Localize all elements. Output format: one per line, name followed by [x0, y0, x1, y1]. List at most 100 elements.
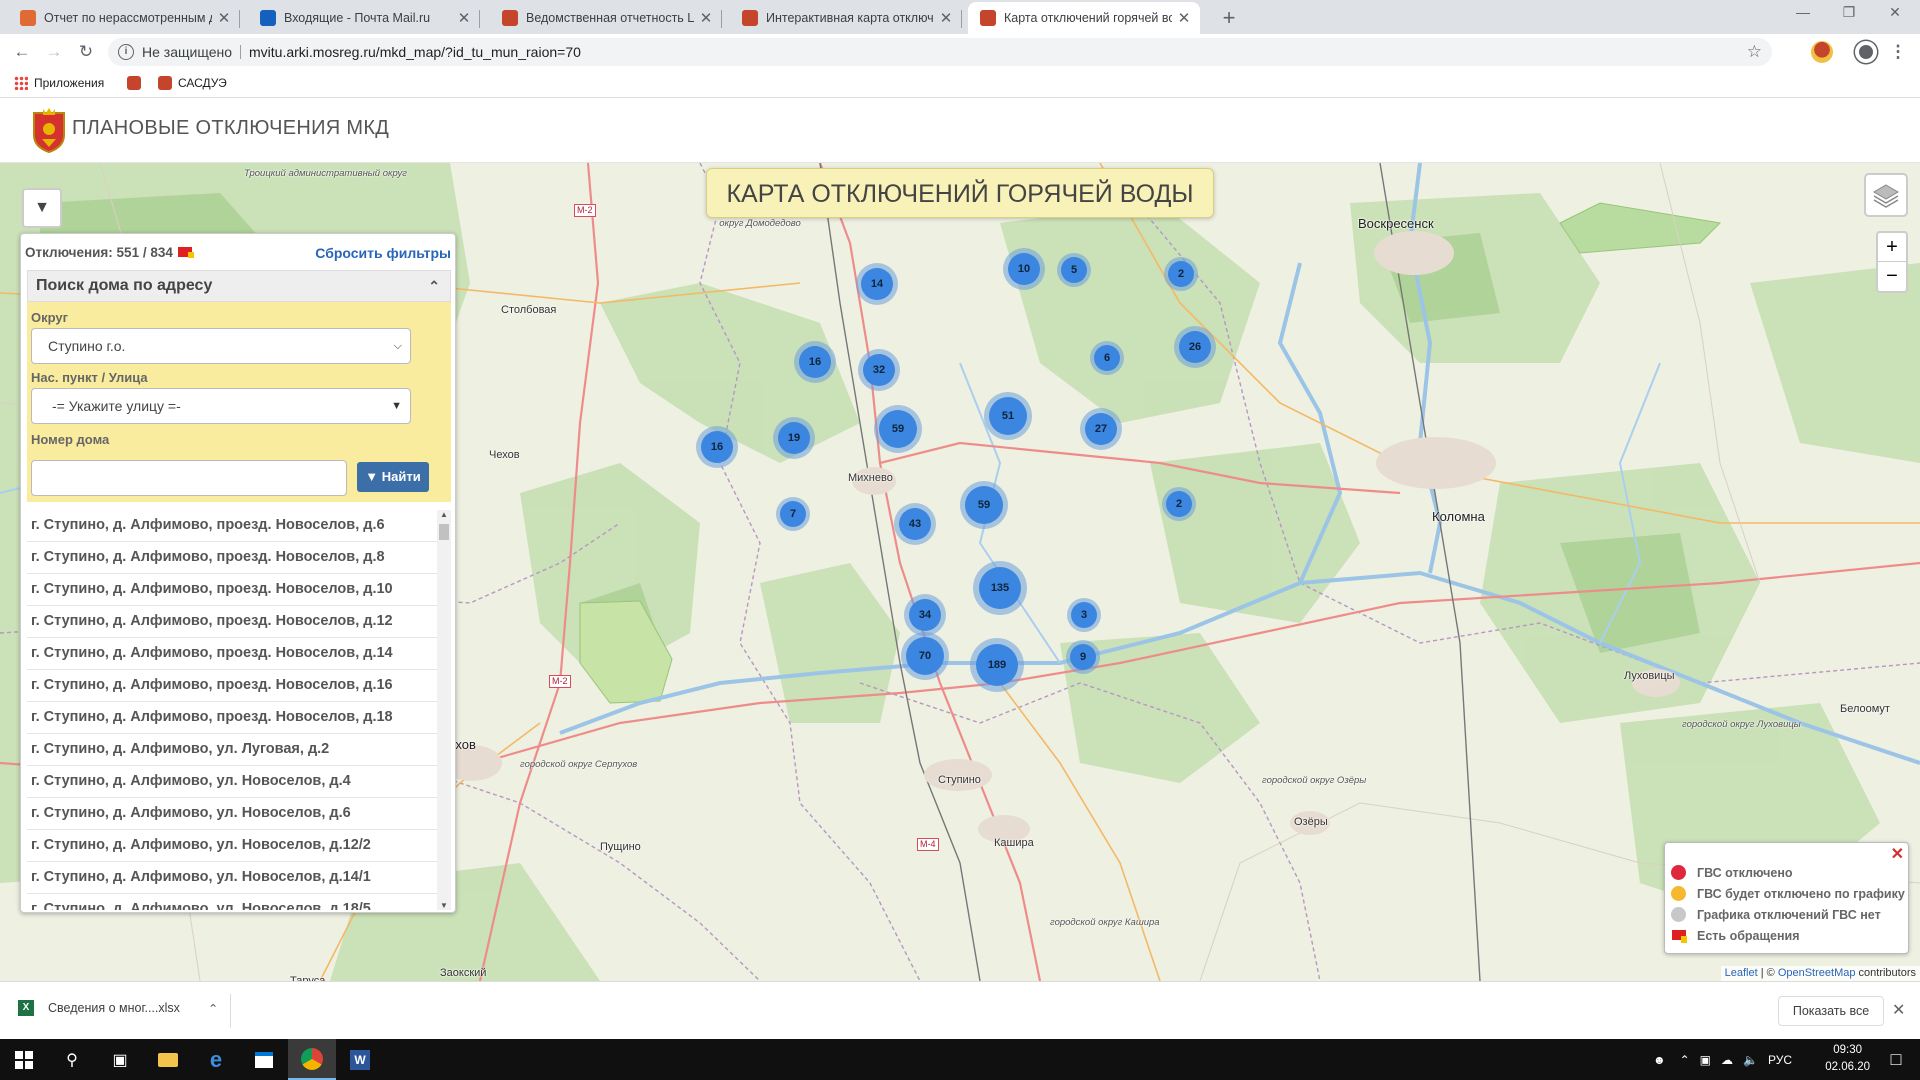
bookmark-sasdue[interactable]: САСДУЭ	[158, 76, 227, 90]
task-view-icon[interactable]: ▣	[96, 1039, 144, 1080]
legend-close-icon[interactable]: ✕	[1891, 844, 1904, 864]
close-tab-icon[interactable]: ✕	[216, 9, 232, 27]
back-icon[interactable]: ←	[10, 40, 34, 64]
info-icon[interactable]: i	[118, 44, 134, 60]
address-list-item[interactable]: г. Ступино, д. Алфимово, ул. Новоселов, …	[27, 830, 437, 862]
map-cluster-marker[interactable]: 5	[1057, 253, 1091, 287]
word-icon[interactable]: W	[336, 1039, 384, 1080]
map-view[interactable]: ВоскресенскКоломнаСерпуховСтупиноКашираМ…	[0, 163, 1920, 981]
address-list-item[interactable]: г. Ступино, д. Алфимово, ул. Новоселов, …	[27, 798, 437, 830]
tray-chevron-icon[interactable]: ⌃	[1680, 1053, 1690, 1067]
address-list-item[interactable]: г. Ступино, д. Алфимово, проезд. Новосел…	[27, 510, 437, 542]
filter-toggle-button[interactable]: ▼	[22, 188, 62, 228]
zoom-in-button[interactable]: +	[1878, 233, 1906, 262]
cloud-icon[interactable]: ☁	[1721, 1053, 1733, 1067]
browser-tab[interactable]: Входящие - Почта Mail.ru ✕	[248, 2, 480, 34]
profile-icon[interactable]	[1855, 41, 1877, 63]
map-cluster-marker[interactable]: 135	[973, 561, 1027, 615]
address-list-item[interactable]: г. Ступино, д. Алфимово, проезд. Новосел…	[27, 702, 437, 734]
language-indicator[interactable]: РУС	[1768, 1053, 1792, 1067]
moscow-oblast-emblem-icon[interactable]	[30, 107, 68, 153]
address-list-item[interactable]: г. Ступино, д. Алфимово, проезд. Новосел…	[27, 606, 437, 638]
url-text[interactable]: mvitu.arki.mosreg.ru/mkd_map/?id_tu_mun_…	[249, 38, 581, 66]
close-tab-icon[interactable]: ✕	[456, 9, 472, 27]
house-number-input[interactable]	[31, 460, 347, 496]
map-cluster-marker[interactable]: 2	[1164, 257, 1198, 291]
address-list-item[interactable]: г. Ступино, д. Алфимово, проезд. Новосел…	[27, 574, 437, 606]
file-explorer-icon[interactable]	[144, 1039, 192, 1080]
close-window-icon[interactable]: ✕	[1872, 4, 1918, 21]
map-cluster-marker[interactable]: 43	[894, 503, 936, 545]
browser-tab[interactable]: Карта отключений горячей вод ✕	[968, 2, 1200, 34]
address-list-item[interactable]: г. Ступино, д. Алфимово, ул. Новоселов, …	[27, 894, 437, 910]
address-search-header[interactable]: Поиск дома по адресу ⌃	[27, 270, 451, 302]
map-cluster-marker[interactable]: 7	[776, 497, 810, 531]
show-all-downloads-button[interactable]: Показать все	[1778, 996, 1884, 1026]
zoom-out-button[interactable]: −	[1878, 262, 1906, 291]
clock[interactable]: 09:30 02.06.20	[1825, 1042, 1870, 1076]
browser-tab[interactable]: Отчет по нерассмотренным до ✕	[8, 2, 240, 34]
map-cluster-marker[interactable]: 34	[904, 594, 946, 636]
address-list-item[interactable]: г. Ступино, д. Алфимово, проезд. Новосел…	[27, 638, 437, 670]
reset-filters-link[interactable]: Сбросить фильтры	[315, 245, 451, 261]
street-select[interactable]: -= Укажите улицу =- ▼	[31, 388, 411, 424]
minimize-icon[interactable]: —	[1780, 4, 1826, 20]
chrome-icon[interactable]	[288, 1039, 336, 1080]
scroll-down-icon[interactable]: ▼	[437, 901, 451, 910]
map-cluster-marker[interactable]: 14	[856, 263, 898, 305]
store-icon[interactable]	[240, 1039, 288, 1080]
map-cluster-marker[interactable]: 27	[1080, 408, 1122, 450]
leaflet-link[interactable]: Leaflet	[1725, 967, 1758, 979]
chevron-up-icon[interactable]: ⌃	[428, 271, 440, 301]
close-download-bar-icon[interactable]: ✕	[1892, 1000, 1905, 1020]
map-cluster-marker[interactable]: 19	[773, 417, 815, 459]
map-cluster-marker[interactable]: 16	[696, 426, 738, 468]
map-cluster-marker[interactable]: 70	[901, 632, 949, 680]
start-button[interactable]	[0, 1039, 48, 1080]
map-cluster-marker[interactable]: 3	[1067, 598, 1101, 632]
map-cluster-marker[interactable]: 6	[1090, 341, 1124, 375]
new-tab-button[interactable]: +	[1216, 5, 1242, 31]
map-cluster-marker[interactable]: 2	[1162, 487, 1196, 521]
people-icon[interactable]: ☻	[1653, 1053, 1666, 1067]
forward-icon[interactable]: →	[42, 40, 66, 64]
menu-icon[interactable]: ⋮	[1886, 40, 1910, 64]
map-cluster-marker[interactable]: 10	[1003, 248, 1045, 290]
address-list-item[interactable]: г. Ступино, д. Алфимово, ул. Луговая, д.…	[27, 734, 437, 766]
osm-link[interactable]: OpenStreetMap	[1778, 967, 1856, 979]
address-bar[interactable]: i Не защищено mvitu.arki.mosreg.ru/mkd_m…	[108, 38, 1772, 66]
address-list-item[interactable]: г. Ступино, д. Алфимово, проезд. Новосел…	[27, 670, 437, 702]
okrug-select[interactable]: Ступино г.о. ⌵	[31, 328, 411, 364]
volume-icon[interactable]: 🔈	[1743, 1053, 1758, 1067]
chevron-up-icon[interactable]: ⌃	[208, 1001, 218, 1016]
map-cluster-marker[interactable]: 26	[1174, 326, 1216, 368]
close-tab-icon[interactable]: ✕	[938, 9, 954, 27]
map-cluster-marker[interactable]: 16	[794, 341, 836, 383]
browser-tab[interactable]: Интерактивная карта отключен ✕	[730, 2, 962, 34]
map-cluster-marker[interactable]: 32	[858, 349, 900, 391]
map-cluster-marker[interactable]: 9	[1066, 640, 1100, 674]
extension-icon[interactable]	[1811, 41, 1833, 63]
find-button[interactable]: ▼ Найти	[357, 462, 429, 492]
address-list-item[interactable]: г. Ступино, д. Алфимово, проезд. Новосел…	[27, 542, 437, 574]
bookmark-favicon[interactable]	[127, 76, 147, 90]
network-icon[interactable]: ▣	[1700, 1053, 1711, 1067]
browser-tab[interactable]: Ведомственная отчетность ЦИ ✕	[490, 2, 722, 34]
map-cluster-marker[interactable]: 51	[984, 392, 1032, 440]
map-cluster-marker[interactable]: 189	[970, 638, 1024, 692]
close-tab-icon[interactable]: ✕	[1176, 9, 1192, 27]
reload-icon[interactable]: ↻	[74, 40, 98, 64]
restore-icon[interactable]: ❐	[1826, 4, 1872, 21]
scroll-up-icon[interactable]: ▲	[437, 510, 451, 519]
notifications-icon[interactable]: □	[1872, 1039, 1920, 1080]
download-item[interactable]: X Сведения о мног....xlsx ⌃	[18, 1000, 218, 1016]
map-cluster-marker[interactable]: 59	[960, 481, 1008, 529]
scrollbar-thumb[interactable]	[439, 524, 449, 540]
layers-control-button[interactable]	[1864, 173, 1908, 217]
address-list-item[interactable]: г. Ступино, д. Алфимово, ул. Новоселов, …	[27, 862, 437, 894]
close-tab-icon[interactable]: ✕	[698, 9, 714, 27]
address-list-item[interactable]: г. Ступино, д. Алфимово, ул. Новоселов, …	[27, 766, 437, 798]
address-list-scrollbar[interactable]: ▲ ▼	[437, 510, 451, 910]
search-icon[interactable]: ⚲	[48, 1039, 96, 1080]
bookmark-star-icon[interactable]: ☆	[1747, 38, 1762, 66]
